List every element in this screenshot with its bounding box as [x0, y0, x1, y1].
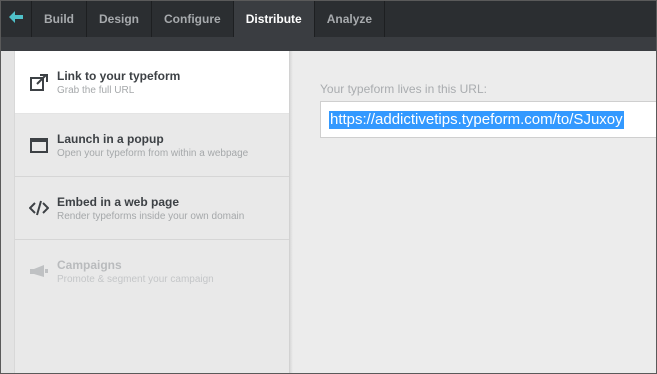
tab-analyze[interactable]: Analyze [315, 1, 386, 37]
sidebar-item-subtitle: Open your typeform from within a webpage [57, 148, 249, 159]
external-link-icon [29, 73, 49, 91]
sidebar-item-title: Embed in a web page [57, 195, 180, 209]
megaphone-icon [29, 262, 49, 280]
sidebar-item-subtitle: Grab the full URL [57, 85, 135, 96]
code-embed-icon [29, 199, 49, 217]
back-button[interactable] [1, 1, 32, 37]
sub-toolbar [1, 37, 656, 51]
sidebar-item-title: Link to your typeform [57, 69, 181, 83]
sidebar-item-subtitle: Promote & segment your campaign [57, 274, 214, 285]
sidebar-item-title: Campaigns [57, 258, 122, 272]
sidebar-strip [1, 51, 15, 373]
tab-build[interactable]: Build [32, 1, 87, 37]
url-field[interactable]: https://addictivetips.typeform.com/to/SJ… [320, 101, 656, 138]
link-panel: Your typeform lives in this URL: https:/… [290, 51, 656, 373]
panel-shadow [290, 51, 293, 373]
sidebar-item-popup[interactable]: Launch in a popup Open your typeform fro… [15, 114, 289, 177]
sidebar-item-embed[interactable]: Embed in a web page Render typeforms ins… [15, 177, 289, 240]
sidebar-item-title: Launch in a popup [57, 132, 164, 146]
tab-configure[interactable]: Configure [152, 1, 234, 37]
sidebar-item-subtitle: Render typeforms inside your own domain [57, 211, 245, 222]
app-window: Build Design Configure Distribute Analyz… [0, 0, 657, 374]
url-label: Your typeform lives in this URL: [320, 82, 487, 96]
url-value[interactable]: https://addictivetips.typeform.com/to/SJ… [329, 111, 624, 129]
tab-design[interactable]: Design [87, 1, 153, 37]
sidebar-item-campaigns: Campaigns Promote & segment your campaig… [15, 240, 289, 303]
back-arrow-icon [9, 10, 23, 28]
distribute-sidebar: Link to your typeform Grab the full URL … [1, 51, 290, 373]
popup-window-icon [29, 136, 49, 154]
tab-distribute[interactable]: Distribute [233, 1, 315, 37]
sidebar-item-link[interactable]: Link to your typeform Grab the full URL [15, 51, 289, 114]
top-nav: Build Design Configure Distribute Analyz… [1, 1, 656, 37]
